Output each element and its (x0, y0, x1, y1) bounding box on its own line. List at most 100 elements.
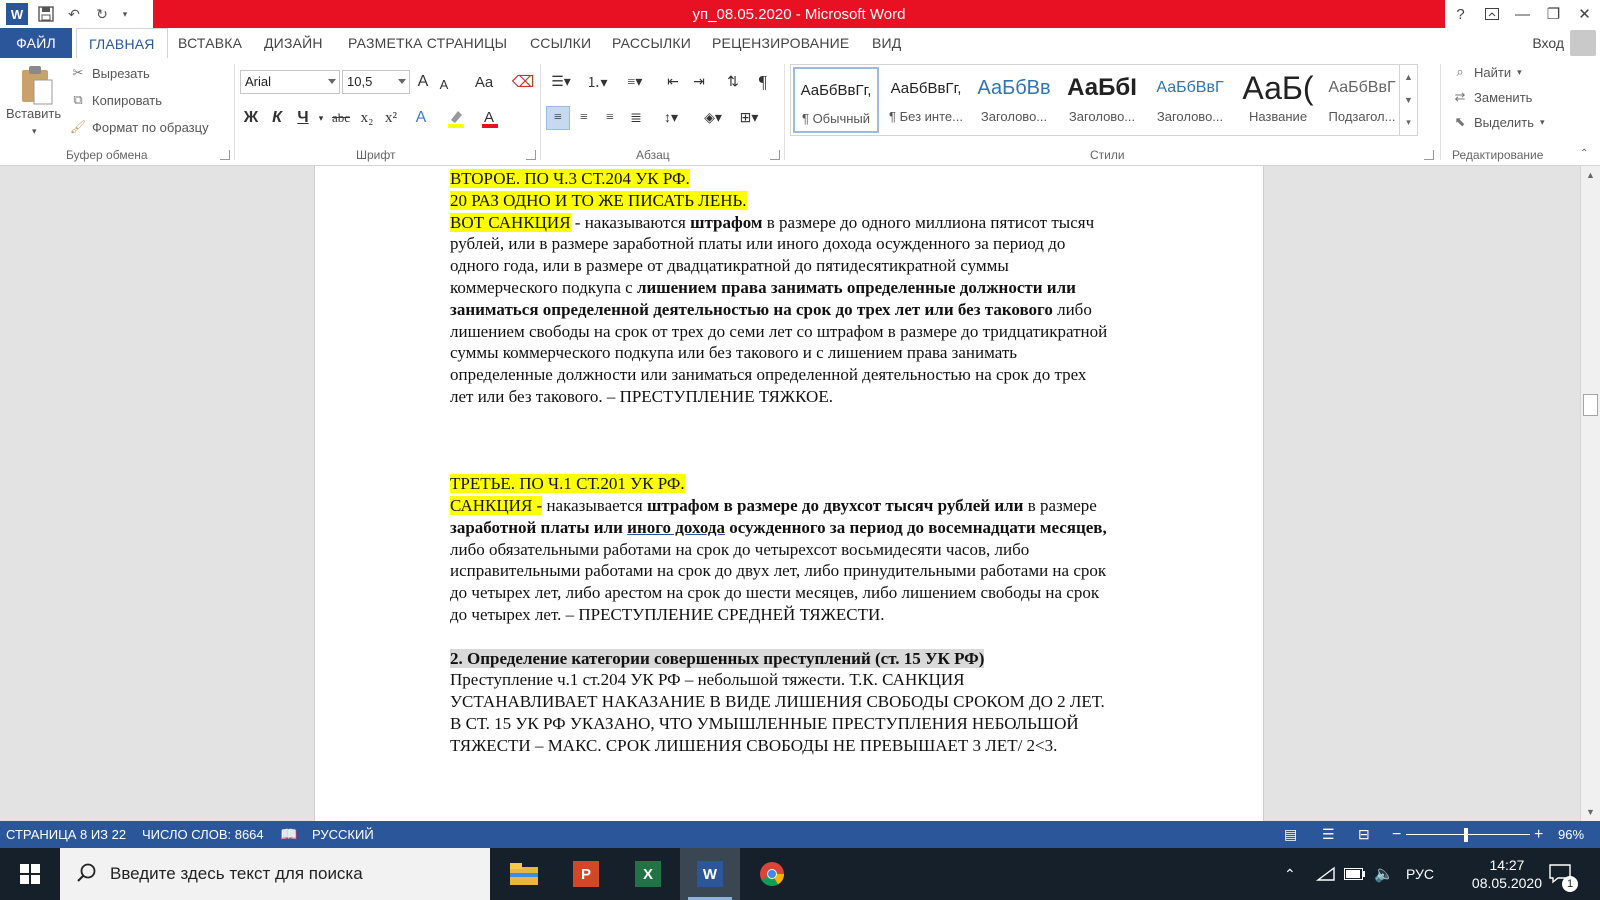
align-left-icon[interactable]: ≡ (546, 106, 570, 130)
select-button[interactable]: ⬉ Выделить ▾ (1452, 114, 1545, 130)
tab-insert[interactable]: ВСТАВКА (166, 28, 254, 58)
copy-button[interactable]: ⧉ Копировать (70, 92, 162, 108)
paragraph-launcher-icon[interactable] (770, 150, 780, 160)
line-spacing-icon[interactable]: ↕▾ (656, 106, 686, 130)
document-page[interactable]: ВТОРОЕ. ПО Ч.3 СТ.204 УК РФ. 20 РАЗ ОДНО… (314, 166, 1264, 821)
more-styles-icon[interactable]: ▾ (1400, 111, 1417, 134)
notifications-icon[interactable]: 1 (1548, 848, 1578, 900)
change-case-button[interactable]: Aa (470, 70, 498, 94)
italic-button[interactable]: К (266, 106, 288, 130)
proofing-icon[interactable]: 📖 (280, 821, 297, 848)
style-normal[interactable]: АаБбВвГг, ¶ Обычный (793, 67, 879, 133)
sort-icon[interactable]: ⇅ (722, 70, 744, 94)
align-right-icon[interactable]: ≡ (598, 106, 622, 130)
page-count[interactable]: СТРАНИЦА 8 ИЗ 22 (6, 821, 126, 848)
font-color-icon[interactable]: A (478, 106, 502, 130)
undo-icon[interactable]: ↶ (64, 4, 84, 24)
read-mode-icon[interactable]: ▤ (1284, 821, 1297, 848)
powerpoint-icon[interactable]: P (556, 848, 616, 900)
collapse-ribbon-icon[interactable]: ⌃ (1580, 148, 1588, 159)
save-icon[interactable] (36, 4, 56, 24)
multilevel-list-icon[interactable]: ≡▾ (618, 70, 652, 94)
zoom-level[interactable]: 96% (1558, 821, 1584, 848)
print-layout-icon[interactable]: ☰ (1322, 821, 1335, 848)
numbering-icon[interactable]: ⒈▾ (582, 70, 612, 94)
tab-mailings[interactable]: РАССЫЛКИ (600, 28, 703, 58)
scroll-down-icon[interactable]: ▼ (1400, 88, 1417, 111)
strikethrough-button[interactable]: abc (328, 106, 354, 130)
borders-icon[interactable]: ⊞▾ (734, 106, 764, 130)
tab-home[interactable]: ГЛАВНАЯ (76, 28, 168, 58)
word-count[interactable]: ЧИСЛО СЛОВ: 8664 (142, 821, 264, 848)
taskbar-search-input[interactable]: Введите здесь текст для поиска (60, 848, 490, 900)
close-icon[interactable]: ✕ (1569, 0, 1600, 28)
tab-view[interactable]: ВИД (860, 28, 913, 58)
document-text[interactable]: ВТОРОЕ. ПО Ч.3 СТ.204 УК РФ. 20 РАЗ ОДНО… (450, 168, 1200, 757)
font-name-select[interactable]: Arial (240, 70, 340, 94)
redo-icon[interactable]: ↻ (92, 4, 112, 24)
zoom-slider[interactable] (1406, 834, 1530, 835)
scroll-down-icon[interactable]: ▼ (1581, 803, 1600, 821)
find-button[interactable]: ⌕ Найти ▾ (1452, 64, 1521, 80)
chrome-icon[interactable] (742, 848, 802, 900)
clipboard-launcher-icon[interactable] (220, 150, 230, 160)
excel-icon[interactable]: X (618, 848, 678, 900)
paste-icon[interactable] (16, 64, 56, 108)
ribbon-display-options-icon[interactable] (1476, 0, 1507, 28)
style-heading-1[interactable]: АаБбВв Заголово... (971, 67, 1057, 133)
scroll-up-icon[interactable]: ▲ (1581, 166, 1600, 184)
help-button[interactable]: ? (1445, 0, 1476, 28)
bold-button[interactable]: Ж (240, 106, 262, 130)
vertical-scrollbar[interactable]: ▲ ▼ (1580, 166, 1600, 821)
zoom-slider-knob[interactable] (1464, 828, 1468, 842)
font-size-select[interactable]: 10,5 (342, 70, 410, 94)
paste-dropdown-icon[interactable]: ▾ (32, 126, 37, 137)
scrollbar-thumb[interactable] (1583, 394, 1598, 416)
tab-file[interactable]: ФАЙЛ (0, 28, 72, 58)
tab-references[interactable]: ССЫЛКИ (518, 28, 603, 58)
shading-icon[interactable]: ◈▾ (698, 106, 728, 130)
superscript-button[interactable]: x² (380, 106, 402, 130)
format-painter-button[interactable]: 🖌 Формат по образцу (70, 119, 209, 135)
style-heading-3[interactable]: АаБбВвГ Заголово... (1147, 67, 1233, 133)
restore-icon[interactable]: ❐ (1538, 0, 1569, 28)
volume-icon[interactable]: 🔈 (1374, 848, 1394, 900)
clear-formatting-icon[interactable]: ⌫ (512, 70, 535, 94)
subscript-button[interactable]: x₂ (356, 106, 378, 130)
word-taskbar-icon[interactable]: W (680, 848, 740, 900)
style-title[interactable]: АаБ( Название (1235, 67, 1321, 133)
shrink-font-button[interactable]: A (436, 72, 452, 96)
word-logo-icon[interactable]: W (6, 3, 28, 25)
decrease-indent-icon[interactable]: ⇤ (662, 70, 684, 94)
font-launcher-icon[interactable] (526, 150, 536, 160)
input-language[interactable]: РУС (1406, 848, 1434, 900)
file-explorer-icon[interactable] (494, 848, 554, 900)
justify-icon[interactable]: ≣ (624, 106, 648, 130)
increase-indent-icon[interactable]: ⇥ (688, 70, 710, 94)
paste-button[interactable]: Вставить (6, 106, 61, 121)
network-icon[interactable] (1316, 848, 1336, 900)
customize-qat-icon[interactable]: ▾ (120, 4, 130, 24)
cut-button[interactable]: ✂ Вырезать (70, 65, 150, 81)
underline-dropdown-icon[interactable]: ▾ (316, 106, 326, 130)
tab-page-layout[interactable]: РАЗМЕТКА СТРАНИЦЫ (336, 28, 519, 58)
zoom-in-button[interactable]: + (1534, 821, 1543, 848)
minimize-icon[interactable]: — (1507, 0, 1538, 28)
style-no-spacing[interactable]: АаБбВвГг, ¶ Без инте... (883, 67, 969, 133)
show-formatting-button[interactable]: ¶ (752, 70, 774, 94)
style-subtitle[interactable]: АаБбВвГ Подзагол... (1319, 67, 1405, 133)
language-indicator[interactable]: РУССКИЙ (312, 821, 374, 848)
start-button[interactable] (0, 848, 60, 900)
tab-review[interactable]: РЕЦЕНЗИРОВАНИЕ (700, 28, 861, 58)
replace-button[interactable]: ⇄ Заменить (1452, 89, 1533, 105)
web-layout-icon[interactable]: ⊟ (1358, 821, 1370, 848)
text-effects-icon[interactable]: A (410, 106, 432, 130)
align-center-icon[interactable]: ≡ (572, 106, 596, 130)
highlight-color-icon[interactable] (444, 106, 468, 130)
avatar[interactable] (1570, 30, 1596, 56)
grow-font-button[interactable]: A (414, 70, 432, 94)
show-hidden-icons[interactable]: ⌃ (1284, 848, 1296, 900)
underline-button[interactable]: Ч (292, 106, 314, 130)
zoom-out-button[interactable]: − (1392, 821, 1401, 848)
scroll-up-icon[interactable]: ▲ (1400, 65, 1417, 88)
